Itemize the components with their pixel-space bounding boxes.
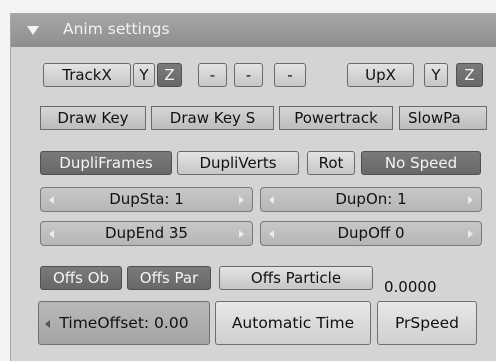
prspeed-button[interactable]: PrSpeed <box>377 301 477 345</box>
track-negz-button[interactable]: - <box>274 63 306 87</box>
decrement-arrow-icon[interactable] <box>49 230 54 238</box>
upx-button[interactable]: UpX <box>347 63 414 87</box>
increment-arrow-icon[interactable] <box>239 230 244 238</box>
decrement-arrow-icon[interactable] <box>45 320 50 328</box>
draw-key-sel-toggle[interactable]: Draw Key S <box>151 106 274 130</box>
no-speed-toggle[interactable]: No Speed <box>361 151 481 175</box>
powertrack-toggle[interactable]: Powertrack <box>279 106 393 130</box>
upz-button[interactable]: Z <box>456 63 483 87</box>
dupon-value: DupOn: 1 <box>335 190 407 208</box>
panel-title: Anim settings <box>63 20 170 38</box>
track-negy-button[interactable]: - <box>234 63 263 87</box>
rot-toggle[interactable]: Rot <box>307 151 355 175</box>
dupliframes-toggle[interactable]: DupliFrames <box>40 151 172 175</box>
decrement-arrow-icon[interactable] <box>269 196 274 204</box>
time-offset-field[interactable]: TimeOffset: 0.00 <box>38 301 210 345</box>
decrement-arrow-icon[interactable] <box>49 196 54 204</box>
tracky-button[interactable]: Y <box>133 63 155 87</box>
dupliverts-toggle[interactable]: DupliVerts <box>177 151 299 175</box>
time-offset-value: TimeOffset: 0.00 <box>59 314 189 332</box>
offs-particle-toggle[interactable]: Offs Particle <box>219 266 373 290</box>
dupon-field[interactable]: DupOn: 1 <box>260 187 482 212</box>
increment-arrow-icon[interactable] <box>468 230 473 238</box>
increment-arrow-icon[interactable] <box>468 196 473 204</box>
dupoff-field[interactable]: DupOff 0 <box>260 221 482 246</box>
dupsta-value: DupSta: 1 <box>109 190 184 208</box>
panel-header[interactable]: Anim settings <box>11 14 496 47</box>
dupoff-value: DupOff 0 <box>337 224 405 242</box>
dupsta-field[interactable]: DupSta: 1 <box>40 187 253 212</box>
slowpar-toggle[interactable]: SlowPa <box>399 106 487 130</box>
offs-par-toggle[interactable]: Offs Par <box>127 266 211 290</box>
trackz-button[interactable]: Z <box>157 63 182 87</box>
draw-key-toggle[interactable]: Draw Key <box>40 106 146 130</box>
automatic-time-button[interactable]: Automatic Time <box>215 301 371 345</box>
dupend-value: DupEnd 35 <box>105 224 188 242</box>
offs-ob-toggle[interactable]: Offs Ob <box>40 266 122 290</box>
track-negx-button[interactable]: - <box>198 63 227 87</box>
increment-arrow-icon[interactable] <box>239 196 244 204</box>
dupend-field[interactable]: DupEnd 35 <box>40 221 253 246</box>
decrement-arrow-icon[interactable] <box>269 230 274 238</box>
collapse-triangle-icon[interactable] <box>27 26 39 35</box>
upy-button[interactable]: Y <box>424 63 448 87</box>
trackx-button[interactable]: TrackX <box>43 63 131 87</box>
offset-value-readout: 0.0000 <box>384 278 437 296</box>
